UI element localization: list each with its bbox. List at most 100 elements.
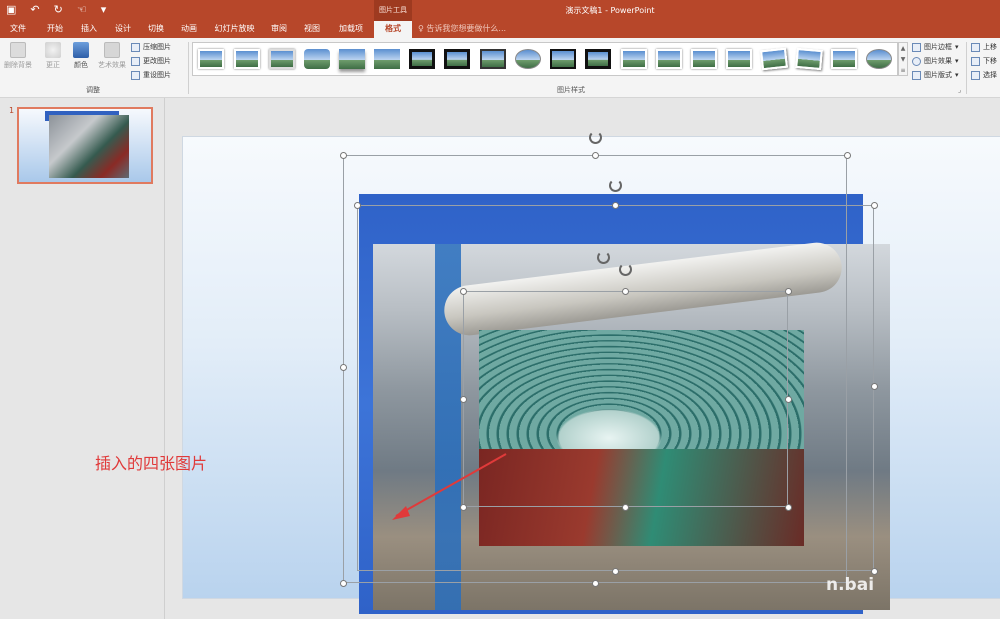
resize-handle[interactable] <box>622 504 629 511</box>
tab-addins[interactable]: 加载项 <box>331 21 371 38</box>
change-picture-button[interactable]: 更改图片 <box>131 56 171 66</box>
compress-pictures-button[interactable]: 压缩图片 <box>131 42 171 52</box>
color-icon <box>73 42 89 58</box>
resize-handle[interactable] <box>340 364 347 371</box>
tab-transitions[interactable]: 切换 <box>140 21 172 38</box>
slide-number: 1 <box>9 106 15 115</box>
resize-handle[interactable] <box>844 152 851 159</box>
style-thumb[interactable] <box>866 49 892 69</box>
picture-effects-button[interactable]: 图片效果 ▾ <box>912 56 959 66</box>
resize-handle[interactable] <box>871 202 878 209</box>
compress-label: 压缩图片 <box>143 43 171 51</box>
picture-tools-context-label: 图片工具 <box>374 0 412 21</box>
tab-review[interactable]: 审阅 <box>264 21 294 38</box>
resize-handle[interactable] <box>612 568 619 575</box>
picture-layout-label: 图片版式 <box>924 71 952 79</box>
resize-handle[interactable] <box>785 504 792 511</box>
color-button[interactable]: 颜色 <box>68 42 94 70</box>
resize-handle[interactable] <box>354 202 361 209</box>
ribbon: 删除背景 更正 颜色 艺术效果 压缩图片 更改图片 重设图片 调整 ▲ ▼ ≡ … <box>0 38 1000 98</box>
resize-handle[interactable] <box>460 396 467 403</box>
customize-icon[interactable]: ▾ <box>101 3 107 17</box>
sun-icon <box>45 42 61 58</box>
selection-pane-icon <box>971 70 980 80</box>
gallery-scroll[interactable]: ▲ ▼ ≡ <box>898 42 908 76</box>
remove-background-button[interactable]: 删除背景 <box>2 42 34 70</box>
resize-handle[interactable] <box>592 580 599 587</box>
resize-handle[interactable] <box>340 580 347 587</box>
style-thumb[interactable] <box>269 49 295 69</box>
quick-access-toolbar: ▣ ↶ ↻ ☜ ▾ <box>6 3 106 17</box>
style-thumb[interactable] <box>656 49 682 69</box>
style-thumb[interactable] <box>444 49 470 69</box>
corrections-button[interactable]: 更正 <box>40 42 66 70</box>
tab-home[interactable]: 开始 <box>38 21 72 38</box>
style-thumb[interactable] <box>515 49 541 69</box>
resize-handle[interactable] <box>460 288 467 295</box>
style-thumb[interactable] <box>198 49 224 69</box>
rotate-handle[interactable] <box>589 131 602 144</box>
send-backward-button[interactable]: 下移 <box>971 56 997 66</box>
tab-view[interactable]: 视图 <box>296 21 328 38</box>
picture-border-icon <box>912 42 921 52</box>
style-thumb[interactable] <box>760 47 788 71</box>
style-thumb[interactable] <box>621 49 647 69</box>
tab-format[interactable]: 格式 <box>374 21 412 38</box>
picture-border-label: 图片边框 <box>924 43 952 51</box>
scroll-up-icon[interactable]: ▲ <box>899 43 907 54</box>
save-icon[interactable]: ▣ <box>6 3 16 17</box>
rotate-handle[interactable] <box>619 263 632 276</box>
tell-me-search[interactable]: ♀ 告诉我您想要做什么... <box>418 21 506 38</box>
group-divider <box>966 42 967 94</box>
selection-pane-button[interactable]: 选择 <box>971 70 997 80</box>
resize-handle[interactable] <box>785 396 792 403</box>
rotate-handle[interactable] <box>597 251 610 264</box>
annotation-text: 插入的四张图片 <box>95 454 208 473</box>
thumbnail-photo <box>49 115 129 178</box>
style-thumb[interactable] <box>795 47 823 71</box>
resize-handle[interactable] <box>592 152 599 159</box>
style-thumb[interactable] <box>480 49 506 69</box>
scroll-down-icon[interactable]: ▼ <box>899 54 907 65</box>
resize-handle[interactable] <box>871 568 878 575</box>
tab-file[interactable]: 文件 <box>2 21 34 38</box>
dialog-launcher-icon[interactable]: ⌟ <box>958 86 961 94</box>
reset-picture-button[interactable]: 重设图片 <box>131 70 171 80</box>
redo-icon[interactable]: ↻ <box>54 3 63 17</box>
slide-thumbnail[interactable] <box>17 107 153 184</box>
tab-slideshow[interactable]: 幻灯片放映 <box>207 21 262 38</box>
tab-animations[interactable]: 动画 <box>173 21 205 38</box>
resize-handle[interactable] <box>785 288 792 295</box>
rotate-handle[interactable] <box>609 179 622 192</box>
artistic-effects-button[interactable]: 艺术效果 <box>96 42 128 70</box>
style-thumb[interactable] <box>550 49 576 69</box>
style-thumb[interactable] <box>691 49 717 69</box>
picture-effects-icon <box>912 56 921 66</box>
picture-layout-button[interactable]: 图片版式 ▾ <box>912 70 959 80</box>
resize-handle[interactable] <box>612 202 619 209</box>
reset-picture-label: 重设图片 <box>143 71 171 79</box>
resize-handle[interactable] <box>871 383 878 390</box>
style-thumb[interactable] <box>409 49 435 69</box>
style-thumb[interactable] <box>304 49 330 69</box>
resize-handle[interactable] <box>622 288 629 295</box>
touch-mode-icon[interactable]: ☜ <box>77 3 87 17</box>
bring-forward-button[interactable]: 上移 <box>971 42 997 52</box>
slide-canvas[interactable] <box>182 131 1000 614</box>
style-thumb[interactable] <box>831 49 857 69</box>
gallery-more-icon[interactable]: ≡ <box>899 65 907 76</box>
slide-editing-area <box>166 98 1000 619</box>
bring-forward-label: 上移 <box>983 43 997 51</box>
resize-handle[interactable] <box>340 152 347 159</box>
watermark-text: n.bai <box>826 575 875 595</box>
undo-icon[interactable]: ↶ <box>30 3 39 17</box>
style-thumb[interactable] <box>234 49 260 69</box>
slide-thumbnail-pane: 1 <box>0 98 165 619</box>
style-thumb[interactable] <box>374 49 400 69</box>
style-thumb[interactable] <box>726 49 752 69</box>
style-thumb[interactable] <box>585 49 611 69</box>
tab-design[interactable]: 设计 <box>107 21 139 38</box>
style-thumb[interactable] <box>339 49 365 69</box>
picture-border-button[interactable]: 图片边框 ▾ <box>912 42 959 52</box>
tab-insert[interactable]: 插入 <box>73 21 105 38</box>
